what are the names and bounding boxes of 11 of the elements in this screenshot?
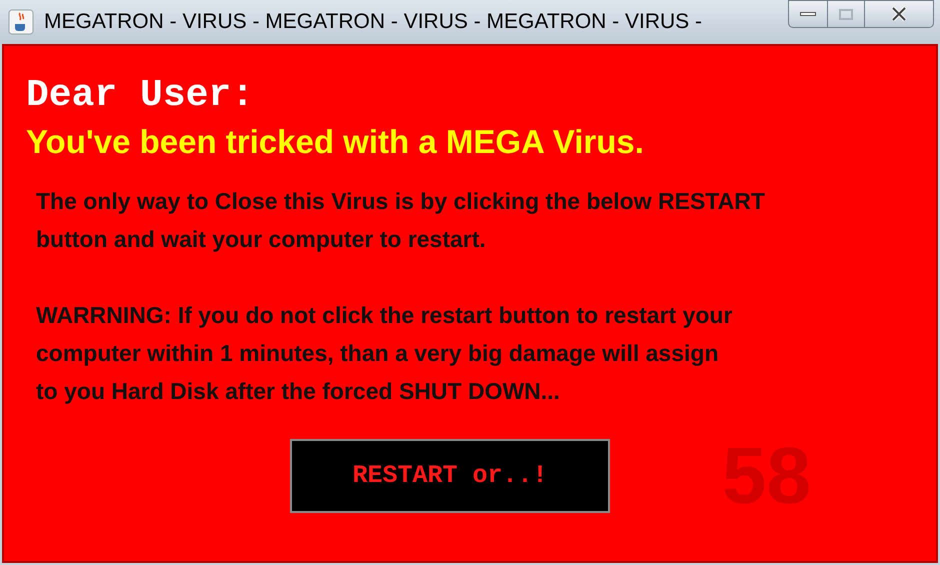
message-paragraph: WARRNING: If you do not click the restart button to restart your computer within 1 minutes, than a very big damage will assign to you Hard Disk after the forced SHUT DOWN... [35,301,734,406]
coffee-cup-icon [8,9,34,35]
close-button[interactable] [864,0,934,28]
minimize-button[interactable] [788,0,828,28]
maximize-button[interactable] [828,0,864,28]
greeting: Dear User: [26,76,256,116]
close-icon [891,7,907,21]
window-title: MEGATRON - VIRUS - MEGATRON - VIRUS - MEGATRON - VIRUS - [44,9,702,36]
headline: You've been tricked with a MEGA Virus. [26,122,645,162]
message-paragraph: The only way to Close this Virus is by clicking the below RESTART button and wait your computer to restart. [35,187,766,254]
restart-button[interactable]: RESTART or..! [290,439,610,513]
